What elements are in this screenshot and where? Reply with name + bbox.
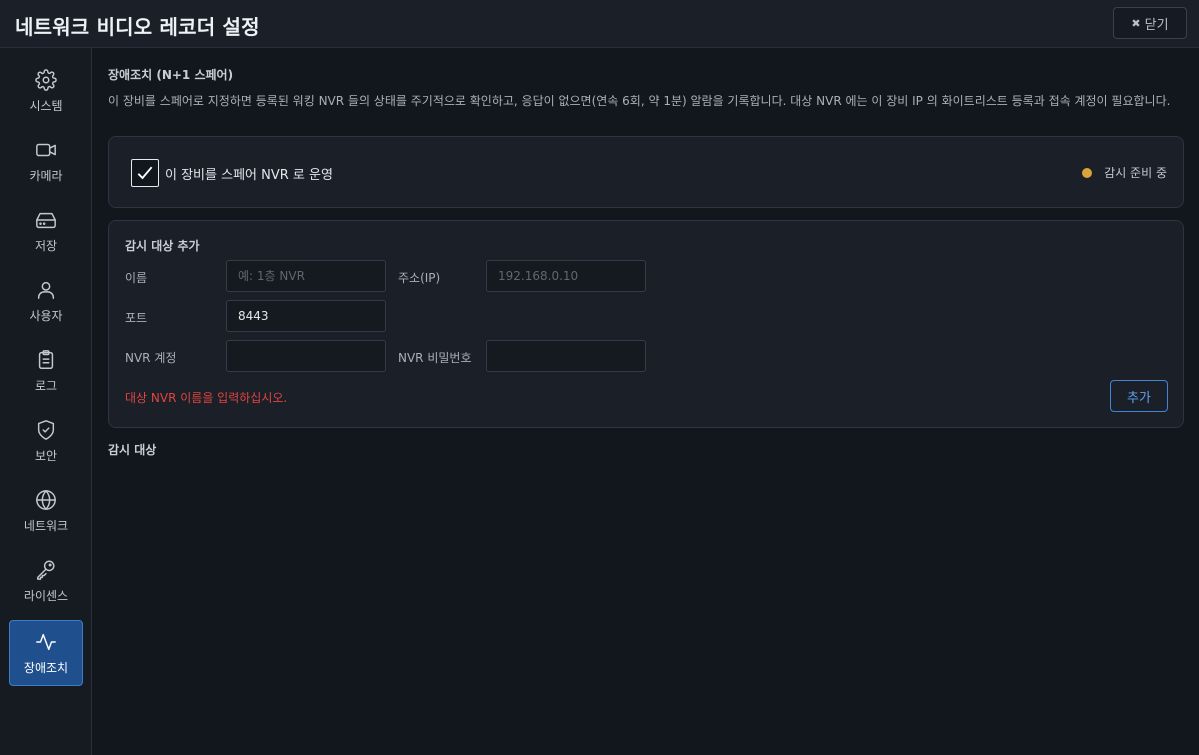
- error-message: 대상 NVR 이름을 입력하십시오.: [125, 391, 288, 405]
- password-label: NVR 비밀번호: [398, 351, 472, 365]
- activity-icon: [36, 633, 56, 650]
- sidebar-item-log[interactable]: 로그: [9, 338, 83, 404]
- sidebar-item-label: 보안: [34, 448, 58, 463]
- sidebar-item-label: 시스템: [29, 98, 63, 113]
- port-label: 포트: [125, 311, 148, 325]
- sidebar-item-label: 네트워크: [23, 518, 69, 533]
- camera-icon: [36, 143, 56, 156]
- sidebar-item-security[interactable]: 보안: [9, 408, 83, 474]
- name-label: 이름: [125, 271, 148, 285]
- app-header: 네트워크 비디오 레코더 설정 ✖ 닫기: [0, 0, 1199, 48]
- sidebar-item-label: 라이센스: [23, 588, 69, 603]
- address-label: 주소(IP): [398, 271, 441, 285]
- shield-check-icon: [37, 419, 55, 440]
- status-text: 감시 준비 중: [1104, 166, 1167, 180]
- add-target-button[interactable]: 추가: [1110, 380, 1168, 412]
- clipboard-icon: [38, 349, 54, 369]
- account-input[interactable]: [226, 340, 386, 372]
- checkmark-icon: [137, 166, 153, 180]
- name-input[interactable]: [226, 260, 386, 292]
- sidebar-item-network[interactable]: 네트워크: [9, 478, 83, 544]
- address-input[interactable]: [486, 260, 646, 292]
- sidebar-item-license[interactable]: 라이센스: [9, 548, 83, 614]
- add-target-title: 감시 대상 추가: [125, 239, 200, 253]
- globe-icon: [36, 489, 56, 510]
- page-title: 네트워크 비디오 레코더 설정: [15, 15, 260, 39]
- password-input[interactable]: [486, 340, 646, 372]
- key-icon: [37, 560, 55, 580]
- close-button[interactable]: ✖ 닫기: [1113, 7, 1187, 39]
- sidebar-item-camera[interactable]: 카메라: [9, 128, 83, 194]
- sidebar-item-failover[interactable]: 장애조치: [9, 620, 83, 686]
- sidebar-item-label: 로그: [34, 378, 58, 393]
- spare-mode-card: 이 장비를 스페어 NVR 로 운영 감시 준비 중: [108, 136, 1184, 208]
- targets-title: 감시 대상: [108, 443, 157, 457]
- section-title: 장애조치 (N+1 스페어): [108, 68, 234, 82]
- section-description: 이 장비를 스페어로 지정하면 등록된 워킹 NVR 들의 상태를 주기적으로 …: [108, 94, 1171, 108]
- sidebar-item-system[interactable]: 시스템: [9, 58, 83, 124]
- sidebar-item-label: 장애조치: [23, 660, 69, 675]
- monitor-status: 감시 준비 중: [1082, 164, 1167, 181]
- spare-mode-label[interactable]: 이 장비를 스페어 NVR 로 운영: [165, 164, 333, 183]
- sidebar-item-storage[interactable]: 저장: [9, 198, 83, 264]
- sidebar: 시스템 카메라 저장 사용자 로그 보안 네트워크 라이센스 장애조치: [0, 48, 92, 755]
- close-x-icon: ✖: [1131, 17, 1141, 30]
- add-target-card: 감시 대상 추가 이름 주소(IP) 포트 NVR 계정 NVR 비밀번호 대상…: [108, 220, 1184, 428]
- sidebar-item-users[interactable]: 사용자: [9, 268, 83, 334]
- user-icon: [37, 281, 55, 299]
- status-dot-icon: [1082, 167, 1093, 178]
- account-label: NVR 계정: [125, 351, 177, 365]
- close-label: 닫기: [1144, 16, 1169, 32]
- port-input[interactable]: [226, 300, 386, 332]
- sidebar-item-label: 사용자: [29, 308, 63, 323]
- sidebar-item-label: 카메라: [29, 168, 63, 183]
- hard-drive-icon: [36, 212, 56, 228]
- gear-icon: [35, 68, 57, 91]
- sidebar-item-label: 저장: [34, 238, 58, 253]
- spare-mode-checkbox[interactable]: [131, 159, 159, 187]
